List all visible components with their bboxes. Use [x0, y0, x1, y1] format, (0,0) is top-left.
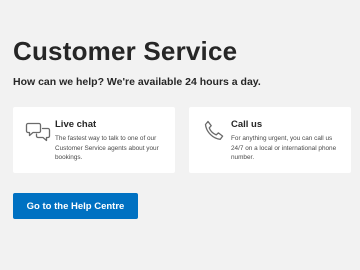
page-title: Customer Service — [13, 36, 238, 66]
page-subtitle: How can we help? We're available 24 hour… — [13, 76, 261, 88]
phone-icon — [201, 119, 227, 145]
live-chat-description: The fastest way to talk to one of our Cu… — [55, 135, 159, 162]
live-chat-content: Live chat The fastest way to talk to one… — [55, 119, 167, 163]
customer-service-page: Customer Service How can we help? We're … — [0, 0, 360, 270]
call-us-title: Call us — [231, 119, 263, 130]
live-chat-card[interactable]: Live chat The fastest way to talk to one… — [13, 107, 175, 173]
go-to-help-centre-button[interactable]: Go to the Help Centre — [13, 193, 138, 219]
chat-bubbles-icon — [25, 119, 51, 145]
call-us-content: Call us For anything urgent, you can cal… — [231, 119, 343, 163]
call-us-description: For anything urgent, you can call us 24/… — [231, 135, 337, 162]
live-chat-title: Live chat — [55, 119, 97, 130]
call-us-card[interactable]: Call us For anything urgent, you can cal… — [189, 107, 351, 173]
